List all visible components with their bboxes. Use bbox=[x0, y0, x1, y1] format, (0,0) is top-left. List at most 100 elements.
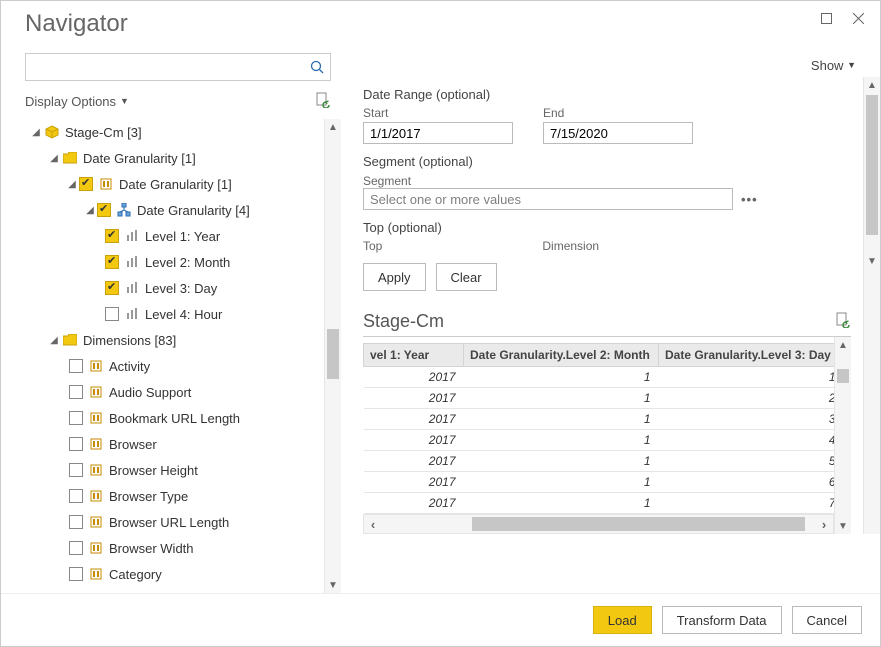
col-month[interactable]: Date Granularity.Level 2: Month bbox=[464, 344, 659, 367]
search-box[interactable] bbox=[25, 53, 331, 81]
segment-title: Segment (optional) bbox=[363, 154, 851, 169]
refresh-icon[interactable] bbox=[316, 92, 331, 111]
clear-button[interactable]: Clear bbox=[436, 263, 497, 291]
apply-button[interactable]: Apply bbox=[363, 263, 426, 291]
tree-item-label: Date Granularity [1] bbox=[83, 151, 196, 166]
dimension-icon bbox=[97, 177, 115, 191]
body: Display Options ▼ ◢ Stage-Cm [3] bbox=[1, 47, 880, 593]
checkbox[interactable] bbox=[69, 385, 83, 399]
start-input[interactable] bbox=[363, 122, 513, 144]
tree-item-label: Browser bbox=[109, 437, 157, 452]
folder-icon bbox=[61, 152, 79, 164]
expand-icon[interactable]: ◢ bbox=[47, 153, 61, 164]
cancel-button[interactable]: Cancel bbox=[792, 606, 862, 634]
scroll-thumb[interactable] bbox=[837, 369, 849, 383]
table-row: 201716 bbox=[364, 472, 844, 493]
load-button[interactable]: Load bbox=[593, 606, 652, 634]
dimension-label: Dimension bbox=[542, 239, 599, 253]
checkbox[interactable] bbox=[69, 489, 83, 503]
tree-item-label: Level 3: Day bbox=[145, 281, 217, 296]
tree-item-label: Level 4: Hour bbox=[145, 307, 222, 322]
expand-icon[interactable]: ◢ bbox=[83, 205, 97, 216]
checkbox[interactable] bbox=[69, 411, 83, 425]
expand-icon[interactable]: ◢ bbox=[29, 127, 43, 138]
table-row: 201712 bbox=[364, 388, 844, 409]
end-input[interactable] bbox=[543, 122, 693, 144]
expand-icon[interactable]: ◢ bbox=[65, 179, 79, 190]
search-input[interactable] bbox=[26, 56, 304, 78]
close-icon[interactable] bbox=[844, 7, 872, 29]
level-icon bbox=[123, 307, 141, 321]
checkbox[interactable] bbox=[105, 281, 119, 295]
form-scrollbar[interactable]: ▲ ▼ bbox=[863, 77, 880, 534]
scroll-up-icon[interactable]: ▲ bbox=[835, 337, 851, 353]
tree-item-label: Date Granularity [1] bbox=[119, 177, 232, 192]
tree-item-label: Date Granularity [4] bbox=[137, 203, 250, 218]
chevron-down-icon: ▼ bbox=[847, 60, 856, 70]
table-v-scrollbar[interactable]: ▲ ▼ bbox=[834, 337, 851, 534]
checkbox[interactable] bbox=[69, 437, 83, 451]
segment-section: Segment (optional) Segment Select one or… bbox=[363, 154, 851, 210]
checkbox[interactable] bbox=[69, 359, 83, 373]
show-label: Show bbox=[811, 58, 844, 73]
window-controls bbox=[812, 7, 872, 29]
date-range-title: Date Range (optional) bbox=[363, 87, 851, 102]
checkbox[interactable] bbox=[69, 541, 83, 555]
checkbox[interactable] bbox=[105, 255, 119, 269]
footer: Load Transform Data Cancel bbox=[1, 593, 880, 646]
scroll-thumb[interactable] bbox=[866, 95, 878, 235]
navigator-window: Navigator Display Options ▼ bbox=[0, 0, 881, 647]
scroll-down-icon[interactable]: ▼ bbox=[325, 577, 341, 593]
checkbox[interactable] bbox=[69, 515, 83, 529]
dimension-icon bbox=[87, 515, 105, 529]
transform-data-button[interactable]: Transform Data bbox=[662, 606, 782, 634]
top-label: Top bbox=[363, 239, 382, 253]
scroll-right-icon[interactable]: › bbox=[815, 517, 833, 532]
search-icon[interactable] bbox=[304, 60, 330, 74]
display-options-label: Display Options bbox=[25, 94, 116, 109]
preview-title: Stage-Cm bbox=[363, 311, 444, 332]
level-icon bbox=[123, 281, 141, 295]
scroll-thumb[interactable] bbox=[327, 329, 339, 379]
expand-icon[interactable]: ◢ bbox=[47, 335, 61, 346]
checkbox[interactable] bbox=[69, 567, 83, 581]
dimension-icon bbox=[87, 437, 105, 451]
scroll-down-icon[interactable]: ▼ bbox=[835, 518, 851, 534]
preview-header: Stage-Cm bbox=[363, 311, 851, 337]
maximize-icon[interactable] bbox=[812, 7, 840, 29]
end-label: End bbox=[543, 106, 693, 120]
table-row: 201711 bbox=[364, 367, 844, 388]
refresh-icon[interactable] bbox=[836, 312, 851, 331]
level-icon bbox=[123, 229, 141, 243]
scroll-thumb[interactable] bbox=[472, 517, 805, 531]
tree-root: Stage-Cm [3] bbox=[65, 125, 142, 140]
scroll-up-icon[interactable]: ▲ bbox=[325, 119, 341, 135]
more-icon[interactable]: ••• bbox=[741, 192, 758, 207]
date-range-section: Date Range (optional) Start End bbox=[363, 87, 851, 144]
scroll-up-icon[interactable]: ▲ bbox=[864, 77, 880, 93]
tree-wrap: ◢ Stage-Cm [3] ◢ Date Granularity [1] bbox=[25, 119, 341, 593]
checkbox[interactable] bbox=[79, 177, 93, 191]
show-dropdown[interactable]: Show ▼ bbox=[363, 53, 880, 77]
dimension-icon bbox=[87, 359, 105, 373]
tree-item-label: Level 1: Year bbox=[145, 229, 220, 244]
checkbox[interactable] bbox=[105, 307, 119, 321]
level-icon bbox=[123, 255, 141, 269]
tree[interactable]: ◢ Stage-Cm [3] ◢ Date Granularity [1] bbox=[25, 119, 324, 593]
display-options[interactable]: Display Options ▼ bbox=[25, 87, 331, 115]
col-day[interactable]: Date Granularity.Level 3: Day bbox=[659, 344, 844, 367]
hierarchy-icon bbox=[115, 203, 133, 217]
segment-label: Segment bbox=[363, 174, 411, 188]
tree-scrollbar[interactable]: ▲ ▼ bbox=[324, 119, 341, 593]
checkbox[interactable] bbox=[69, 463, 83, 477]
checkbox[interactable] bbox=[105, 229, 119, 243]
scroll-down-icon[interactable]: ▼ bbox=[864, 253, 880, 269]
col-year[interactable]: vel 1: Year bbox=[364, 344, 464, 367]
preview-table: vel 1: Year Date Granularity.Level 2: Mo… bbox=[363, 343, 834, 534]
dimension-icon bbox=[87, 463, 105, 477]
scroll-left-icon[interactable]: ‹ bbox=[364, 517, 382, 532]
checkbox[interactable] bbox=[97, 203, 111, 217]
segment-select[interactable]: Select one or more values bbox=[363, 188, 733, 210]
h-scrollbar[interactable]: ‹ › bbox=[363, 514, 834, 534]
tree-item-label: Level 2: Month bbox=[145, 255, 230, 270]
